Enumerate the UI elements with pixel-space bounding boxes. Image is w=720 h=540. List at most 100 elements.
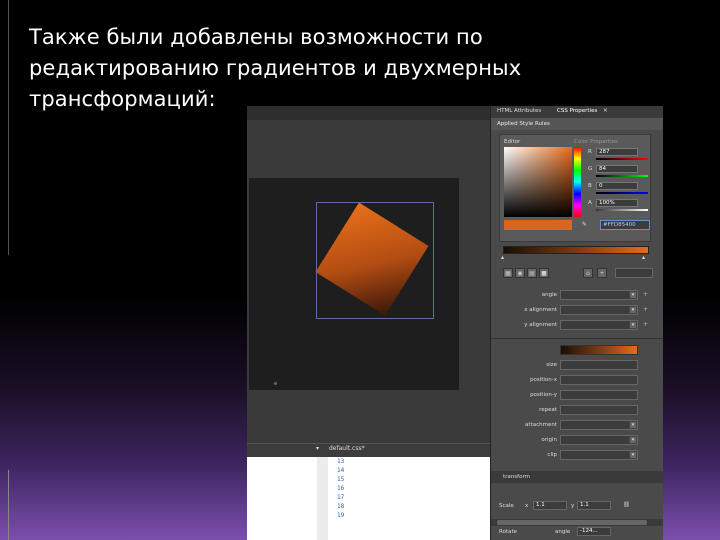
- hue-slider[interactable]: [574, 147, 581, 217]
- line-number: 15: [337, 476, 345, 483]
- radial-gradient-icon[interactable]: ◉: [515, 268, 525, 278]
- line-number: 17: [337, 494, 345, 501]
- color-icon[interactable]: ■: [539, 268, 549, 278]
- repeat-field[interactable]: [560, 405, 638, 415]
- position-y-label: position-y: [530, 392, 557, 398]
- scale-y-label: y: [571, 503, 575, 509]
- b-channel-input[interactable]: 0: [596, 182, 638, 190]
- line-number: 16: [337, 485, 345, 492]
- attachment-field[interactable]: [560, 420, 638, 430]
- rotate-label: Rotate: [499, 529, 518, 535]
- transform-label: transform: [503, 474, 530, 480]
- color-editor-label: Editor: [504, 139, 521, 145]
- repeat-gradient-icon[interactable]: ▤: [527, 268, 537, 278]
- r-channel-bar[interactable]: [596, 158, 648, 160]
- x-alignment-label: x alignment: [524, 307, 557, 313]
- y-alignment-label: y alignment: [524, 322, 557, 328]
- angle-label-rotate: angle: [555, 529, 571, 535]
- line-number: 14: [337, 467, 345, 474]
- g-channel-input[interactable]: 84: [596, 165, 638, 173]
- line-numbers: 13 14 15 16 17 18 19: [337, 457, 344, 520]
- plus-icon[interactable]: +: [643, 321, 648, 328]
- transform-section-header[interactable]: transform: [491, 471, 663, 483]
- slide-line-2: редактированию градиентов и двухмерных: [29, 56, 522, 80]
- g-channel-bar[interactable]: [596, 175, 648, 177]
- color-swatch: [504, 220, 572, 230]
- scale-x-label: x: [525, 503, 529, 509]
- panel-tabs: HTML Attributes CSS Properties ✕: [491, 106, 663, 118]
- editor-gutter: [317, 457, 328, 540]
- gradient-stop-icon[interactable]: ▴: [501, 254, 504, 261]
- line-number: 18: [337, 503, 345, 510]
- plus-icon[interactable]: +: [597, 268, 607, 278]
- gradient-stop-icon[interactable]: ▴: [642, 254, 645, 261]
- rotate-angle-input[interactable]: -124...: [577, 527, 611, 536]
- r-channel-label: R: [588, 149, 592, 155]
- a-channel-bar[interactable]: [596, 209, 648, 211]
- position-x-label: position-x: [529, 377, 557, 383]
- background-gradient-preview[interactable]: [560, 345, 638, 355]
- line-number: 13: [337, 458, 345, 465]
- position-x-field[interactable]: [560, 375, 638, 385]
- scale-label: Scale: [499, 503, 514, 509]
- applied-style-rules-row[interactable]: Applied Style Rules: [491, 118, 663, 130]
- chevron-down-icon[interactable]: ▾: [629, 451, 637, 459]
- slide-text: Также были добавлены возможности по реда…: [29, 22, 589, 115]
- link-icon[interactable]: ⛓: [623, 502, 630, 508]
- saturation-value-picker[interactable]: [504, 147, 572, 217]
- r-channel-input[interactable]: 287: [596, 148, 638, 156]
- tab-html-attributes[interactable]: HTML Attributes: [497, 108, 541, 114]
- scale-x-input[interactable]: 1.1: [533, 501, 567, 510]
- horizontal-scrollbar[interactable]: [491, 519, 663, 526]
- g-channel-label: G: [588, 166, 593, 172]
- chevron-down-icon[interactable]: ▾: [629, 291, 637, 299]
- b-channel-label: B: [588, 183, 592, 189]
- close-icon[interactable]: ▾: [316, 445, 319, 452]
- gradient-bar[interactable]: [503, 246, 649, 254]
- position-y-field[interactable]: [560, 390, 638, 400]
- canvas-dot: [274, 382, 277, 385]
- canvas-toolbar: [247, 106, 490, 120]
- repeat-label: repeat: [539, 407, 557, 413]
- y-alignment-field[interactable]: [560, 320, 638, 330]
- gradient-field[interactable]: [615, 268, 653, 278]
- chevron-down-icon[interactable]: ▾: [629, 321, 637, 329]
- left-rule-lower: [8, 470, 9, 540]
- chevron-down-icon[interactable]: ▾: [629, 436, 637, 444]
- gradient-type-row: ▦ ◉ ▤ ■ ⌂ +: [503, 268, 653, 280]
- close-icon[interactable]: ✕: [603, 108, 608, 114]
- divider: [491, 338, 663, 339]
- color-editor-label-secondary: Color Properties: [574, 139, 618, 145]
- a-channel-label: A: [588, 200, 592, 206]
- origin-field[interactable]: [560, 435, 638, 445]
- b-channel-bar[interactable]: [596, 192, 648, 194]
- app-screenshot: ▾ default.css* 13 14 15 16 17 18 19 HTML…: [247, 106, 663, 540]
- editor-pane-left: [247, 457, 317, 540]
- editor-file-tab[interactable]: default.css*: [329, 445, 365, 452]
- linear-gradient-icon[interactable]: ▦: [503, 268, 513, 278]
- editor-code-pane[interactable]: [328, 457, 490, 540]
- clip-field[interactable]: [560, 450, 638, 460]
- plus-icon[interactable]: +: [643, 291, 648, 298]
- a-channel-input[interactable]: 100%: [596, 199, 638, 207]
- plus-icon[interactable]: +: [643, 306, 648, 313]
- design-canvas[interactable]: [247, 106, 490, 443]
- angle-label: angle: [541, 292, 557, 298]
- scroll-thumb[interactable]: [497, 520, 647, 525]
- chevron-down-icon[interactable]: ▾: [629, 306, 637, 314]
- scale-y-input[interactable]: 1.1: [577, 501, 611, 510]
- color-editor: Editor Color Properties ✎ R 287 G 84 B 0…: [499, 134, 651, 242]
- applied-style-rules-label: Applied Style Rules: [497, 121, 550, 127]
- tab-css-properties[interactable]: CSS Properties: [557, 108, 597, 114]
- size-field[interactable]: [560, 360, 638, 370]
- chevron-down-icon[interactable]: ▾: [629, 421, 637, 429]
- angle-field[interactable]: [560, 290, 638, 300]
- x-alignment-field[interactable]: [560, 305, 638, 315]
- home-icon[interactable]: ⌂: [583, 268, 593, 278]
- line-number: 19: [337, 512, 345, 519]
- properties-panel: HTML Attributes CSS Properties ✕ Applied…: [490, 106, 663, 540]
- editor-tab-bar: ▾ default.css*: [247, 443, 490, 457]
- slide-line-1: Также были добавлены возможности по: [29, 25, 483, 49]
- eyedropper-icon[interactable]: ✎: [582, 221, 587, 228]
- hex-color-input[interactable]: #FFD85400: [600, 220, 650, 230]
